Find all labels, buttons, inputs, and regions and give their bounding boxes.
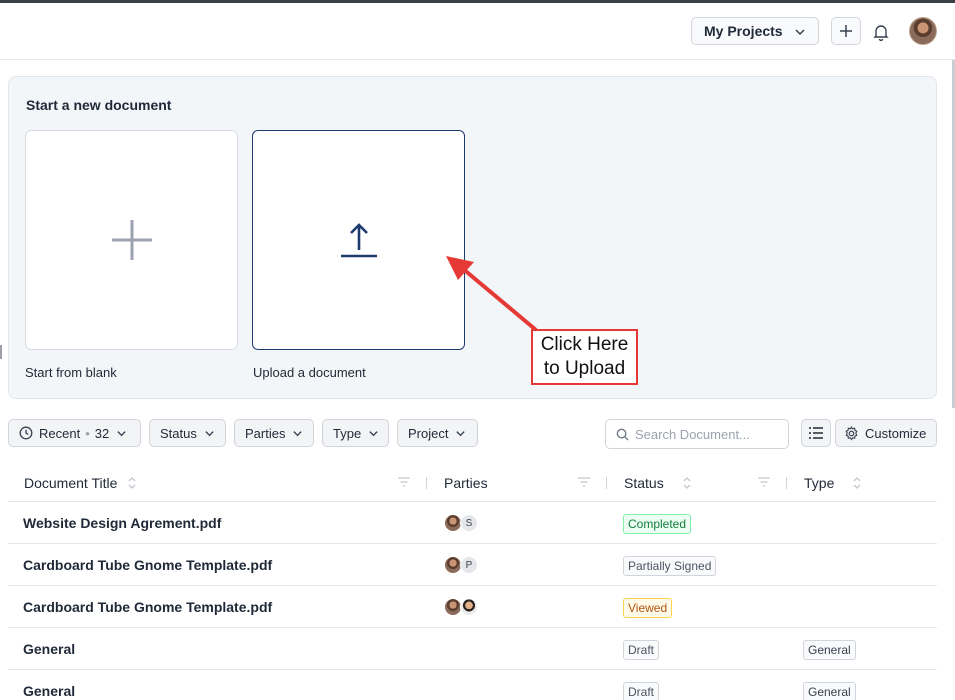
separator-dot: •	[85, 425, 90, 441]
search-box	[605, 419, 789, 449]
party-avatar: S	[460, 514, 478, 532]
status-badge: Draft	[623, 682, 660, 700]
app-header: My Projects	[0, 3, 955, 60]
upload-callout: Click Here to Upload	[531, 329, 638, 385]
parties-cell	[444, 598, 478, 616]
plus-icon	[111, 220, 152, 260]
sort-icon[interactable]	[127, 476, 137, 490]
column-header-label: Parties	[444, 475, 488, 491]
filter-bar: Recent • 32 Status Parties Type Project …	[8, 419, 937, 449]
documents-table: Document Title Parties Status Type Websi…	[8, 463, 937, 700]
column-divider[interactable]	[786, 477, 787, 489]
left-edge-marker	[0, 345, 2, 359]
project-selector[interactable]: My Projects	[691, 17, 819, 45]
party-avatar: P	[460, 556, 478, 574]
column-header-label: Status	[624, 475, 664, 491]
column-header-status[interactable]: Status	[624, 475, 692, 491]
document-title[interactable]: Cardboard Tube Gnome Template.pdf	[23, 557, 272, 573]
search-icon	[616, 428, 629, 441]
column-divider[interactable]	[606, 477, 607, 489]
party-avatar	[460, 598, 478, 616]
column-header-parties[interactable]: Parties	[444, 475, 488, 491]
type-filter-label: Type	[333, 425, 362, 441]
chevron-down-icon	[117, 430, 126, 436]
list-view-button[interactable]	[801, 419, 831, 447]
document-title[interactable]: Website Design Agrement.pdf	[23, 515, 221, 531]
column-divider[interactable]	[426, 477, 427, 489]
table-header: Document Title Parties Status Type	[8, 463, 937, 502]
table-row[interactable]: Website Design Agrement.pdf S Completed	[8, 502, 937, 544]
chevron-down-icon	[369, 430, 378, 436]
start-blank-card[interactable]	[25, 130, 238, 350]
parties-cell: P	[444, 556, 478, 574]
sort-icon[interactable]	[682, 476, 692, 490]
status-filter[interactable]: Status	[149, 419, 226, 447]
callout-line-1: Click Here	[540, 334, 629, 355]
document-title[interactable]: Cardboard Tube Gnome Template.pdf	[23, 599, 272, 615]
customize-button[interactable]: Customize	[835, 419, 937, 447]
chevron-down-icon	[293, 430, 303, 436]
chevron-down-icon	[205, 430, 214, 436]
callout-arrow	[446, 256, 538, 332]
filter-icon[interactable]	[577, 476, 591, 488]
column-header-title[interactable]: Document Title	[24, 475, 137, 491]
status-badge: Draft	[623, 640, 660, 660]
clock-icon	[19, 426, 33, 440]
panel-title: Start a new document	[26, 97, 172, 113]
upload-document-card[interactable]	[252, 130, 465, 350]
project-selector-label: My Projects	[704, 23, 783, 39]
plus-icon	[840, 25, 852, 37]
type-badge: General	[803, 682, 856, 700]
table-row[interactable]: General Draft General	[8, 670, 937, 700]
project-filter[interactable]: Project	[397, 419, 478, 447]
customize-label: Customize	[865, 425, 927, 441]
upload-document-label: Upload a document	[253, 365, 366, 380]
callout-line-2: to Upload	[543, 358, 626, 379]
parties-cell: S	[444, 514, 478, 532]
chevron-down-icon	[795, 29, 805, 36]
document-title[interactable]: General	[23, 641, 75, 657]
status-badge: Partially Signed	[623, 556, 717, 576]
recent-filter[interactable]: Recent • 32	[8, 419, 141, 447]
search-input[interactable]	[635, 426, 775, 442]
recent-count: 32	[94, 425, 110, 441]
upload-icon	[340, 223, 377, 258]
column-header-label: Type	[804, 475, 835, 491]
table-row[interactable]: Cardboard Tube Gnome Template.pdf P Part…	[8, 544, 937, 586]
status-badge: Viewed	[623, 598, 673, 618]
status-badge: Completed	[623, 514, 692, 534]
start-blank-label: Start from blank	[25, 365, 117, 380]
user-avatar[interactable]	[909, 17, 937, 45]
sort-icon[interactable]	[852, 476, 862, 490]
table-row[interactable]: General Draft General	[8, 628, 937, 670]
type-filter[interactable]: Type	[322, 419, 389, 447]
parties-filter[interactable]: Parties	[234, 419, 314, 447]
list-icon	[809, 427, 823, 439]
add-button[interactable]	[831, 17, 861, 45]
filter-icon[interactable]	[757, 476, 771, 488]
bell-icon[interactable]	[871, 22, 891, 42]
gear-icon	[845, 425, 858, 441]
column-header-type[interactable]: Type	[804, 475, 862, 491]
parties-filter-label: Parties	[245, 425, 286, 441]
document-title[interactable]: General	[23, 683, 75, 699]
recent-label: Recent	[39, 425, 81, 441]
new-document-panel: Start a new document Start from blank Up…	[8, 76, 937, 399]
column-header-label: Document Title	[24, 475, 118, 491]
type-badge: General	[803, 640, 856, 660]
chevron-down-icon	[456, 430, 466, 436]
filter-icon[interactable]	[397, 476, 411, 488]
table-row[interactable]: Cardboard Tube Gnome Template.pdf Viewed	[8, 586, 937, 628]
project-filter-label: Project	[408, 425, 449, 441]
status-filter-label: Status	[160, 425, 197, 441]
